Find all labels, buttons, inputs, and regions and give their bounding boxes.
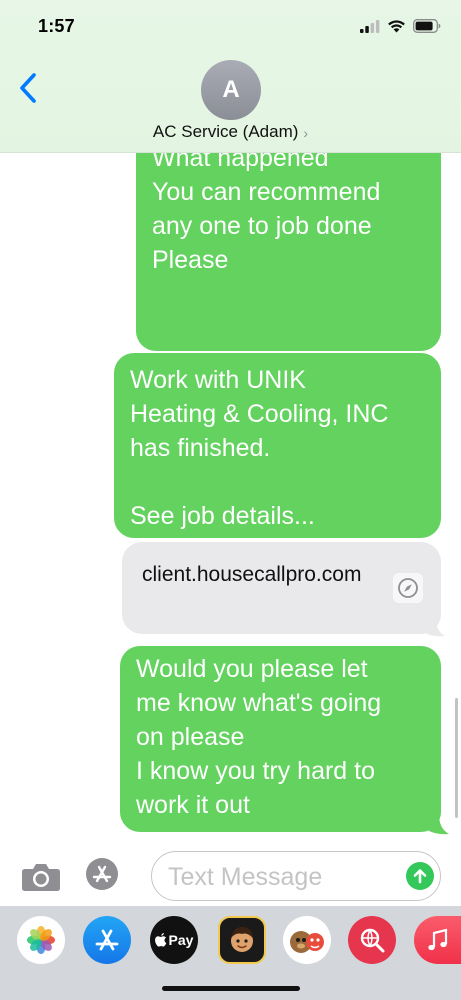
- compass-icon: [393, 573, 423, 603]
- camera-button[interactable]: [21, 862, 61, 892]
- contact-name: AC Service (Adam): [152, 122, 299, 141]
- music-icon: [428, 928, 448, 951]
- apple-pay-label: Pay: [168, 932, 194, 948]
- send-arrow-icon: [413, 869, 427, 884]
- photos-icon: [27, 926, 55, 954]
- battery-icon: [413, 19, 441, 33]
- globe-search-icon: [360, 928, 385, 953]
- link-url: client.housecallpro.com: [142, 563, 362, 586]
- memoji-icon: [231, 927, 253, 952]
- text-message-placeholder: Text Message: [168, 863, 323, 891]
- app-store-icon: [95, 929, 119, 951]
- home-indicator[interactable]: [162, 986, 300, 991]
- animoji-app-button[interactable]: [283, 916, 331, 964]
- photos-app-button[interactable]: [17, 916, 65, 964]
- wifi-icon: [388, 20, 405, 33]
- text-message-input[interactable]: Text Message: [151, 851, 441, 901]
- link-preview-card[interactable]: client.housecallpro.com: [122, 542, 441, 634]
- signal-icon: [360, 19, 380, 33]
- images-search-app-button[interactable]: [348, 916, 396, 964]
- chevron-left-icon: [20, 73, 36, 103]
- bubble-tail: [427, 621, 445, 637]
- conversation-header: 1:57 A AC Service (Adam) ›: [0, 0, 461, 153]
- bubble-tail: [429, 817, 449, 835]
- apple-pay-app-button[interactable]: Pay: [150, 916, 198, 964]
- app-store-icon: [92, 865, 112, 883]
- chevron-right-icon: ›: [303, 124, 309, 141]
- back-button[interactable]: [14, 70, 46, 106]
- scrollbar[interactable]: [455, 698, 458, 818]
- music-app-button[interactable]: [414, 916, 461, 964]
- camera-icon: [22, 864, 60, 891]
- app-store-app-button[interactable]: [83, 916, 131, 964]
- message-list[interactable]: What happened You can recommend any one …: [0, 153, 461, 850]
- message-bubble-sent[interactable]: Work with UNIK Heating & Cooling, INC ha…: [114, 353, 441, 538]
- memoji-app-button[interactable]: [218, 916, 266, 964]
- status-time: 1:57: [38, 16, 75, 36]
- app-store-button[interactable]: [86, 858, 118, 890]
- apple-pay-icon: [154, 933, 166, 947]
- send-button[interactable]: [406, 862, 434, 890]
- status-icons: [360, 16, 441, 36]
- animoji-icon: [290, 931, 324, 953]
- message-input-bar: Text Message: [0, 850, 461, 906]
- message-bubble-sent[interactable]: What happened You can recommend any one …: [136, 153, 441, 351]
- message-bubble-sent[interactable]: Would you please let me know what's goin…: [120, 646, 441, 832]
- contact-avatar[interactable]: A: [201, 60, 261, 120]
- contact-name-button[interactable]: AC Service (Adam) ›: [0, 121, 461, 143]
